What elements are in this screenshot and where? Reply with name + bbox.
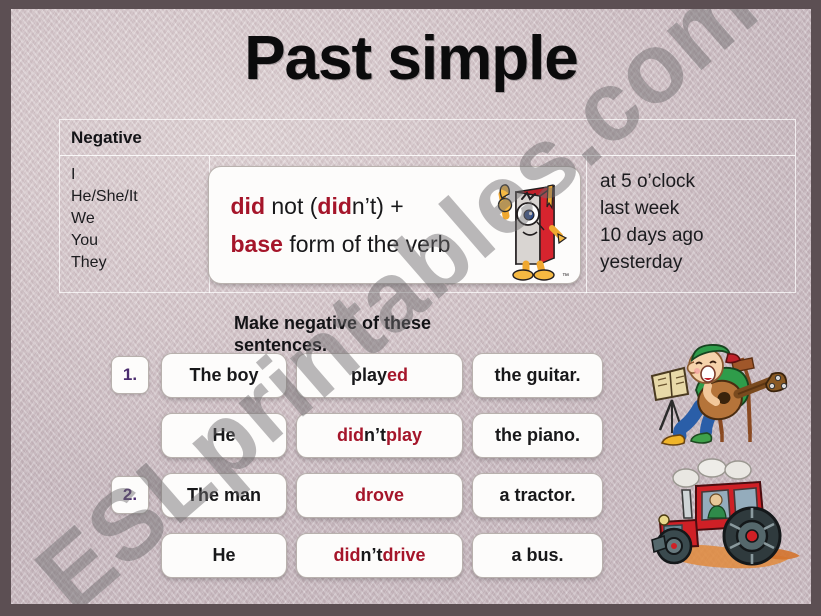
text-run: not (	[265, 192, 318, 219]
svg-text:™: ™	[562, 273, 569, 280]
rules-table-header: Negative	[60, 120, 795, 156]
table-row: He did n’t drive a bus.	[111, 529, 621, 581]
exercise-grid: 1. The boy play ed the guitar. He did n’t …	[111, 349, 621, 589]
pronoun-column: I He/She/It We You They	[60, 156, 210, 293]
rules-table-body: I He/She/It We You They did not (didn’t)…	[60, 156, 795, 293]
pronoun-item: I	[71, 166, 76, 183]
text-run: did	[230, 192, 266, 219]
text-run: ed	[387, 364, 409, 385]
text-run: n’t	[360, 544, 383, 565]
time-expression: at 5 o’clock	[600, 171, 696, 192]
object-cell[interactable]: the piano.	[472, 412, 603, 458]
subject-cell[interactable]: He	[161, 532, 287, 578]
book-mascot-icon: ™	[497, 183, 569, 281]
object-cell[interactable]: the guitar.	[472, 352, 603, 398]
text-run: did	[317, 192, 352, 219]
text-run: did	[336, 424, 364, 445]
verb-cell[interactable]: drove	[296, 472, 463, 518]
object-cell[interactable]: a tractor.	[472, 472, 603, 518]
red-tractor-icon	[651, 458, 800, 569]
page-title: Past simple	[244, 24, 579, 93]
row-number: 2.	[111, 476, 149, 514]
verb-cell[interactable]: play ed	[296, 352, 463, 398]
time-expression: last week	[600, 198, 680, 219]
slide-canvas: ESLprintables.com Past simple Negative I…	[11, 9, 811, 604]
pronoun-item: He/She/It	[71, 188, 138, 205]
text-run: drove	[354, 484, 405, 505]
boy-playing-guitar-icon	[650, 344, 788, 446]
row-number: 1.	[111, 356, 149, 394]
text-run: form of the verb	[282, 230, 451, 257]
text-run: drive	[382, 544, 426, 565]
pronoun-item: We	[71, 210, 95, 227]
table-row: He did n’t play the piano.	[111, 409, 621, 461]
time-expression: 10 days ago	[600, 225, 704, 246]
subject-cell[interactable]: He	[161, 412, 287, 458]
row-number	[111, 416, 149, 454]
subject-cell[interactable]: The boy	[161, 352, 287, 398]
negative-rules-table: Negative I He/She/It We You They did not…	[59, 119, 796, 293]
verb-cell[interactable]: did n’t play	[296, 412, 463, 458]
subject-cell[interactable]: The man	[161, 472, 287, 518]
table-row: 2. The man drove a tractor.	[111, 469, 621, 521]
rule-callout-box: did not (didn’t) + base form of the verb	[207, 165, 581, 284]
text-run: n’t	[363, 424, 386, 445]
row-number	[111, 536, 149, 574]
rule-column: did not (didn’t) + base form of the verb	[207, 156, 586, 293]
verb-cell[interactable]: did n’t drive	[296, 532, 463, 578]
text-run: play	[350, 364, 387, 385]
text-run: did	[333, 544, 361, 565]
time-expression: yesterday	[600, 252, 683, 273]
text-run: play	[385, 424, 423, 445]
table-row: 1. The boy play ed the guitar.	[111, 349, 621, 401]
text-run: n’t) +	[351, 192, 404, 219]
pronoun-item: They	[71, 254, 107, 271]
slide-frame: ESLprintables.com Past simple Negative I…	[0, 0, 821, 616]
text-run: base	[230, 230, 283, 257]
object-cell[interactable]: a bus.	[472, 532, 603, 578]
pronoun-item: You	[71, 232, 98, 249]
time-expressions-column: at 5 o’clock last week 10 days ago yeste…	[586, 156, 795, 293]
rules-header-label: Negative	[71, 127, 142, 147]
